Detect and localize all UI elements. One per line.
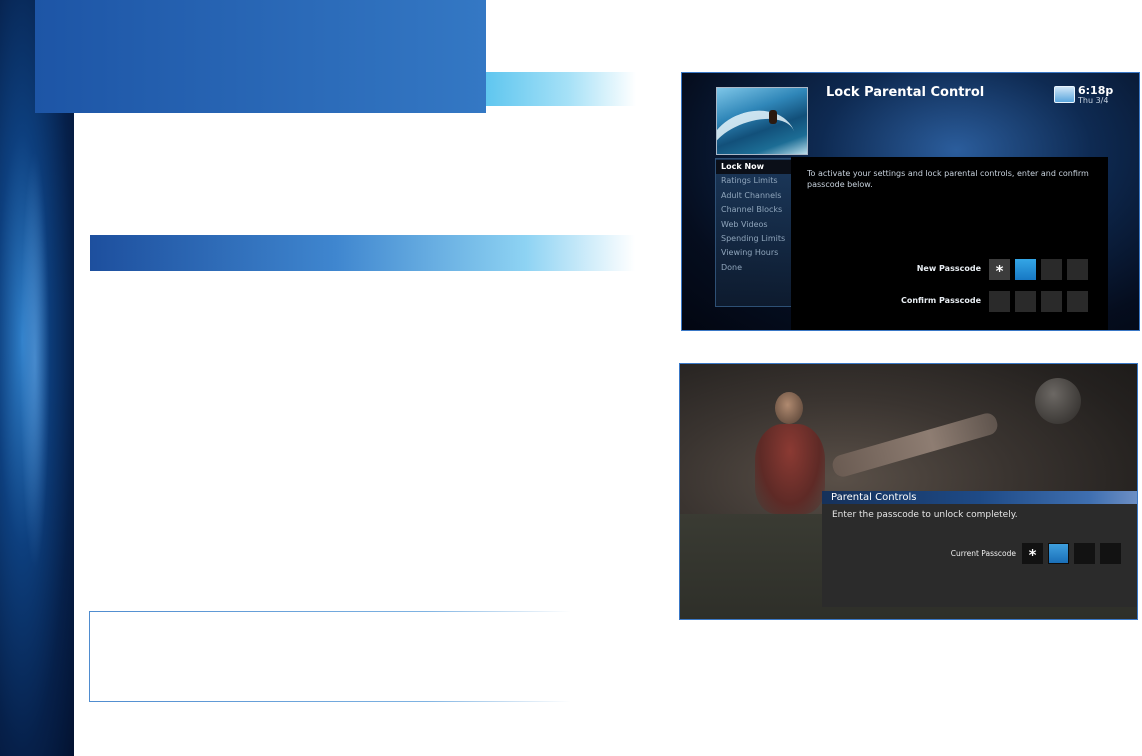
current-passcode-digit-2[interactable] <box>1048 543 1069 564</box>
parental-controls-menu: Lock Now Ratings Limits Adult Channels C… <box>715 158 792 307</box>
soccer-player-image <box>755 424 825 514</box>
new-passcode-digit-2[interactable] <box>1015 259 1036 280</box>
unlock-dialog: Parental Controls Enter the passcode to … <box>822 491 1137 607</box>
confirm-passcode-digit-2[interactable] <box>1015 291 1036 312</box>
lock-panel: To activate your settings and lock paren… <box>791 157 1108 330</box>
parental-controls-unlock-screen: Parental Controls Enter the passcode to … <box>679 363 1138 620</box>
menu-item-spending-limits[interactable]: Spending Limits <box>716 232 791 246</box>
lock-instruction: To activate your settings and lock paren… <box>807 169 1089 189</box>
clock-date: Thu 3/4 <box>1078 96 1109 105</box>
menu-item-ratings-limits[interactable]: Ratings Limits <box>716 174 791 188</box>
confirm-passcode-label: Confirm Passcode <box>900 296 981 305</box>
new-passcode-digit-3[interactable] <box>1041 259 1062 280</box>
left-decorative-strip <box>0 0 74 756</box>
screen-title: Lock Parental Control <box>826 85 985 100</box>
menu-item-channel-blocks[interactable]: Channel Blocks <box>716 203 791 217</box>
confirm-passcode-digit-4[interactable] <box>1067 291 1088 312</box>
current-passcode-digit-4[interactable] <box>1100 543 1121 564</box>
confirm-passcode-digit-3[interactable] <box>1041 291 1062 312</box>
section-header-bar <box>90 235 635 271</box>
new-passcode-digit-4[interactable] <box>1067 259 1088 280</box>
menu-item-web-videos[interactable]: Web Videos <box>716 218 791 232</box>
note-box <box>89 611 570 702</box>
current-passcode-digit-1[interactable]: * <box>1022 543 1043 564</box>
menu-item-viewing-hours[interactable]: Viewing Hours <box>716 246 791 260</box>
unlock-instruction: Enter the passcode to unlock completely. <box>832 510 1018 520</box>
lock-parental-control-screen: Lock Parental Control 6:18p Thu 3/4 Lock… <box>681 72 1140 331</box>
current-passcode-label: Current Passcode <box>950 549 1016 558</box>
surfing-thumbnail <box>716 87 808 155</box>
title-banner-accent <box>486 72 636 106</box>
directv-logo-icon <box>1054 86 1075 103</box>
menu-item-adult-channels[interactable]: Adult Channels <box>716 189 791 203</box>
menu-item-done[interactable]: Done <box>716 261 791 275</box>
title-banner <box>35 0 486 113</box>
current-passcode-digit-3[interactable] <box>1074 543 1095 564</box>
dialog-title: Parental Controls <box>831 492 917 503</box>
soccer-ball-image <box>1035 378 1081 424</box>
new-passcode-label: New Passcode <box>916 264 981 273</box>
confirm-passcode-digit-1[interactable] <box>989 291 1010 312</box>
menu-item-lock-now[interactable]: Lock Now <box>716 160 791 175</box>
new-passcode-digit-1[interactable]: * <box>989 259 1010 280</box>
dialog-header: Parental Controls <box>822 491 1137 504</box>
